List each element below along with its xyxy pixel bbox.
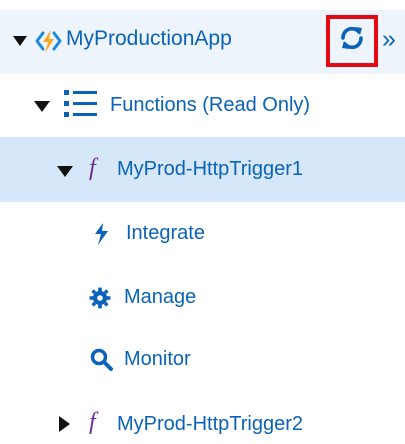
functions-label[interactable]: Functions (Read Only) [110, 94, 310, 117]
refresh-icon [338, 24, 366, 58]
function-action-monitor[interactable]: Monitor [0, 330, 405, 392]
caret-right-icon[interactable] [56, 414, 72, 433]
function-app-label[interactable]: MyProductionApp [66, 27, 232, 51]
list-icon [64, 89, 98, 119]
functions-row[interactable]: Functions (Read Only) [0, 74, 405, 136]
caret-down-icon[interactable] [32, 98, 52, 114]
integrate-label[interactable]: Integrate [126, 222, 205, 245]
function-app-icon [35, 28, 62, 55]
function-label[interactable]: MyProd-HttpTrigger2 [117, 413, 303, 436]
caret-down-icon[interactable] [11, 33, 29, 49]
function-icon: f [89, 409, 96, 435]
search-icon [89, 347, 115, 373]
function-app-tree: MyProductionApp » Functions (Read Only) … [0, 0, 405, 444]
function-action-manage[interactable]: Manage [0, 268, 405, 330]
double-chevron-right-icon[interactable]: » [382, 25, 405, 53]
caret-down-icon[interactable] [55, 163, 75, 179]
lightning-icon [93, 223, 109, 245]
function-item-myprod-httptrigger2[interactable]: f MyProd-HttpTrigger2 [0, 393, 405, 444]
refresh-button[interactable] [326, 15, 378, 67]
function-action-integrate[interactable]: Integrate [0, 205, 405, 267]
manage-label[interactable]: Manage [124, 286, 196, 309]
function-item-myprod-httptrigger1[interactable]: f MyProd-HttpTrigger1 [0, 137, 405, 202]
function-app-row[interactable]: MyProductionApp » [0, 10, 405, 74]
function-icon: f [89, 155, 96, 181]
gear-icon [89, 287, 111, 309]
function-label[interactable]: MyProd-HttpTrigger1 [117, 158, 303, 181]
monitor-label[interactable]: Monitor [124, 348, 191, 371]
